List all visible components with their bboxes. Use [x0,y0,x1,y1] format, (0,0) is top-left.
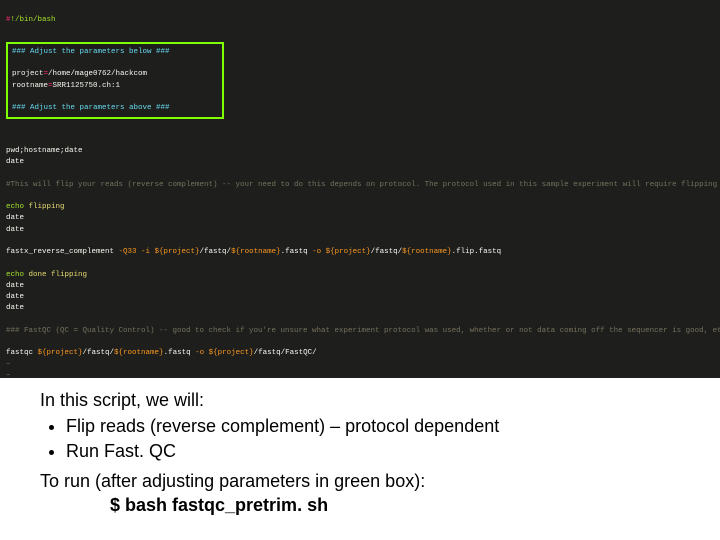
flip-comment: #This will flip your reads (reverse comp… [6,181,717,189]
box-top-comment: ### Adjust the parameters below ### [12,48,170,56]
caption-bullet: Flip reads (reverse complement) – protoc… [66,414,680,438]
date-cmd: date [6,304,24,312]
echo-cmd: echo [6,271,24,279]
terminal-window: #!/bin/bash ### Adjust the parameters be… [0,0,720,378]
date-cmd: date [6,214,24,222]
rootname-var: rootname [12,82,48,90]
date-cmd: date [6,293,24,301]
caption-cmd: $ bash fastqc_pretrim. sh [110,493,680,517]
caption-run: To run (after adjusting parameters in gr… [40,469,680,493]
date-cmd: date [6,158,24,166]
slide-caption: In this script, we will: Flip reads (rev… [0,378,720,517]
shebang-line: #!/bin/bash [6,16,56,24]
caption-bullets: Flip reads (reverse complement) – protoc… [40,414,680,463]
vim-tilde: ~ [6,372,11,378]
parameter-box: ### Adjust the parameters below ### proj… [6,42,224,120]
project-var: project [12,70,44,78]
box-bottom-comment: ### Adjust the parameters above ### [12,104,170,112]
fastqc-line: fastqc ${project}/fastq/${rootname}.fast… [6,349,317,357]
pwd-line: pwd;hostname;date [6,147,83,155]
date-cmd: date [6,226,24,234]
fastx-line: fastx_reverse_complement -Q33 -i ${proje… [6,248,501,256]
qc-comment: ### FastQC (QC = Quality Control) -- goo… [6,327,720,335]
vim-tilde: ~ [6,361,11,369]
date-cmd: date [6,282,24,290]
caption-intro: In this script, we will: [40,388,680,412]
caption-bullet: Run Fast. QC [66,439,680,463]
echo-cmd: echo [6,203,24,211]
